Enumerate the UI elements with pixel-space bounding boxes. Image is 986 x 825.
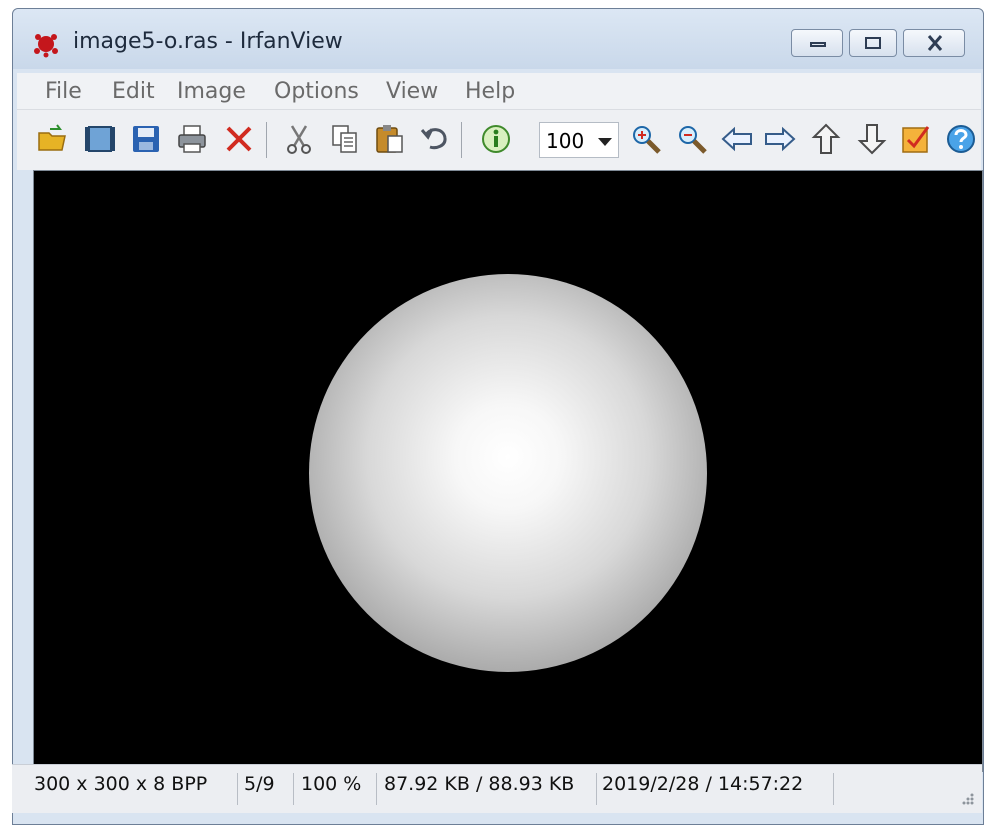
toolbar-separator <box>266 122 267 158</box>
menu-file[interactable]: File <box>45 79 82 104</box>
irfanview-icon <box>31 29 61 59</box>
last-icon[interactable] <box>855 122 889 156</box>
status-index: 5/9 <box>244 773 294 805</box>
first-icon[interactable] <box>809 122 843 156</box>
zoom-out-icon[interactable] <box>675 122 709 156</box>
menu-edit[interactable]: Edit <box>112 79 155 104</box>
paste-icon[interactable] <box>373 122 407 156</box>
chevron-down-icon <box>598 138 612 146</box>
slideshow-icon[interactable] <box>83 122 117 156</box>
zoom-in-icon[interactable] <box>629 122 663 156</box>
zoom-dropdown[interactable]: 100 <box>539 122 619 158</box>
next-icon[interactable] <box>763 122 797 156</box>
zoom-value: 100 <box>546 129 585 153</box>
cut-icon[interactable] <box>282 122 316 156</box>
save-icon[interactable] <box>129 122 163 156</box>
minimize-button[interactable] <box>791 29 843 57</box>
minimize-icon <box>810 42 826 47</box>
close-button[interactable] <box>903 29 965 57</box>
menu-image[interactable]: Image <box>177 79 246 104</box>
status-filesize: 87.92 KB / 88.93 KB <box>384 773 597 805</box>
status-bar: 300 x 300 x 8 BPP 5/9 100 % 87.92 KB / 8… <box>12 764 982 813</box>
window-title: image5-o.ras - IrfanView <box>73 29 343 54</box>
close-icon <box>927 32 943 58</box>
toolbar-separator <box>461 122 462 158</box>
menu-help[interactable]: Help <box>465 79 515 104</box>
menu-options[interactable]: Options <box>274 79 359 104</box>
delete-icon[interactable] <box>222 122 256 156</box>
resize-grip-icon[interactable] <box>958 789 976 807</box>
open-folder-icon[interactable] <box>35 122 69 156</box>
help-icon[interactable] <box>944 122 978 156</box>
copy-icon[interactable] <box>328 122 362 156</box>
status-dimensions: 300 x 300 x 8 BPP <box>34 773 238 805</box>
info-icon[interactable] <box>479 122 513 156</box>
status-zoom: 100 % <box>301 773 377 805</box>
menu-bar: File Edit Image Options View Help <box>17 73 981 110</box>
status-datetime: 2019/2/28 / 14:57:22 <box>602 773 834 805</box>
sphere-image <box>309 274 707 672</box>
toolbar: 100 <box>17 110 981 170</box>
image-viewer[interactable] <box>33 170 983 772</box>
print-icon[interactable] <box>175 122 209 156</box>
maximize-icon <box>865 37 881 49</box>
previous-icon[interactable] <box>720 122 754 156</box>
title-bar[interactable]: image5-o.ras - IrfanView <box>13 9 983 69</box>
maximize-button[interactable] <box>849 29 897 57</box>
irfanview-window: image5-o.ras - IrfanView File Edit Image… <box>12 8 984 825</box>
properties-icon[interactable] <box>899 122 933 156</box>
undo-icon[interactable] <box>418 122 452 156</box>
menu-view[interactable]: View <box>386 79 438 104</box>
